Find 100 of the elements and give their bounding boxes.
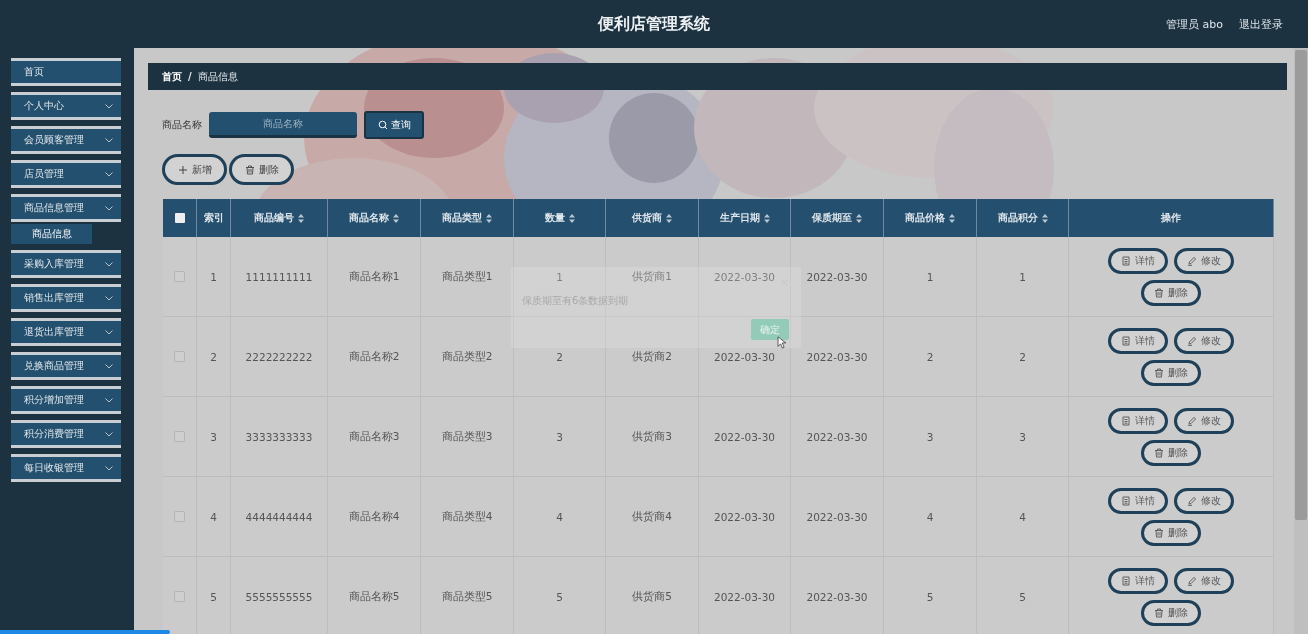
table-cell: 2 <box>556 350 563 363</box>
table-cell: 2022-03-30 <box>714 510 775 523</box>
sidebar-item[interactable]: 首页 <box>11 58 121 86</box>
table-cell: 商品类型2 <box>441 349 493 364</box>
edit-button[interactable]: 修改 <box>1174 567 1234 594</box>
row-checkbox[interactable] <box>174 351 185 362</box>
table-cell: 商品类型3 <box>441 429 493 444</box>
detail-button[interactable]: 详情 <box>1108 327 1168 354</box>
table-cell: 商品类型4 <box>441 509 493 524</box>
delete-button[interactable]: 删除 <box>1141 599 1201 626</box>
table-cell: 2 <box>1019 350 1026 363</box>
table-cell: 1 <box>926 270 934 283</box>
sort-icon[interactable] <box>568 213 575 223</box>
sidebar-item[interactable]: 会员顾客管理 <box>11 126 121 154</box>
delete-button[interactable]: 删除 <box>1141 519 1201 546</box>
sidebar-item[interactable]: 个人中心 <box>11 92 121 120</box>
cursor-icon <box>777 336 786 349</box>
search-button[interactable]: 查询 <box>364 111 424 139</box>
edit-button[interactable]: 修改 <box>1174 327 1234 354</box>
sidebar-item[interactable]: 采购入库管理 <box>11 250 121 278</box>
delete-button[interactable]: 删除 <box>229 154 294 185</box>
scrollbar[interactable] <box>1294 48 1308 634</box>
sidebar-item[interactable]: 积分消费管理 <box>11 420 121 448</box>
trash-icon <box>1154 607 1164 618</box>
breadcrumb-link[interactable]: 首页 <box>162 69 182 84</box>
sort-icon[interactable] <box>393 213 399 223</box>
table-cell: 供货商2 <box>632 349 672 364</box>
add-button[interactable]: 新增 <box>162 154 227 185</box>
scrollbar-thumb[interactable] <box>1295 50 1307 520</box>
submenu-item[interactable]: 商品信息 <box>11 224 92 244</box>
trash-icon <box>1154 527 1164 538</box>
table-cell: 3 <box>556 430 563 443</box>
column-header: 商品编号 <box>254 211 294 225</box>
search-field[interactable]: 商品名称 <box>209 112 357 138</box>
chevron-icon <box>105 363 113 369</box>
table-cell: 2022-03-30 <box>714 350 775 363</box>
table-cell: 4 <box>926 510 934 523</box>
table-cell: 商品类型5 <box>441 589 493 604</box>
search-icon <box>377 120 388 130</box>
logout-link[interactable]: 退出登录 <box>1239 16 1283 32</box>
plus-icon <box>177 164 188 175</box>
table-cell: 供货商5 <box>632 589 672 604</box>
table-cell: 1 <box>1019 270 1026 283</box>
row-checkbox[interactable] <box>174 431 185 442</box>
row-checkbox[interactable] <box>174 511 185 522</box>
sidebar-item[interactable]: 积分增加管理 <box>11 386 121 414</box>
table-cell: 2222222222 <box>245 350 313 363</box>
table-cell: 2 <box>926 350 934 363</box>
row-checkbox[interactable] <box>174 591 185 602</box>
pencil-icon <box>1187 255 1197 266</box>
table-cell: 4 <box>556 510 563 523</box>
table-cell: 2 <box>210 350 217 363</box>
sort-icon[interactable] <box>1041 213 1048 223</box>
column-header: 保质期至 <box>812 211 852 225</box>
detail-button[interactable]: 详情 <box>1108 247 1168 274</box>
sort-icon[interactable] <box>763 213 770 223</box>
detail-button[interactable]: 详情 <box>1108 567 1168 594</box>
column-header: 生产日期 <box>719 211 760 225</box>
table-cell: 供货商1 <box>632 269 672 284</box>
table-cell: 4 <box>1019 510 1026 523</box>
edit-button[interactable]: 修改 <box>1174 407 1234 434</box>
sidebar-item[interactable]: 销售出库管理 <box>11 284 121 312</box>
edit-button[interactable]: 修改 <box>1174 247 1234 274</box>
delete-button[interactable]: 删除 <box>1141 439 1201 466</box>
chevron-icon <box>105 431 113 437</box>
sidebar-item[interactable]: 店员管理 <box>11 160 121 188</box>
detail-button[interactable]: 详情 <box>1108 487 1168 514</box>
detail-button[interactable]: 详情 <box>1108 407 1168 434</box>
table-cell: 2022-03-30 <box>806 350 868 363</box>
sidebar-item[interactable]: 兑换商品管理 <box>11 352 121 380</box>
select-all-checkbox[interactable] <box>174 213 185 223</box>
table-cell: 商品名称1 <box>348 269 400 284</box>
sort-icon[interactable] <box>486 213 492 223</box>
column-header: 操作 <box>1161 211 1181 225</box>
edit-button[interactable]: 修改 <box>1174 487 1234 514</box>
breadcrumb-separator: / <box>188 71 192 82</box>
table-cell: 5 <box>926 590 934 603</box>
sidebar-item[interactable]: 商品信息管理 <box>11 194 121 222</box>
sort-icon[interactable] <box>666 213 672 223</box>
pencil-icon <box>1187 415 1197 426</box>
delete-button[interactable]: 删除 <box>1141 279 1201 306</box>
sort-icon[interactable] <box>949 213 955 223</box>
chevron-icon <box>105 465 113 471</box>
table-cell: 商品名称4 <box>348 509 400 524</box>
table-cell: 5 <box>210 590 217 603</box>
table-cell: 3 <box>926 430 934 443</box>
pencil-icon <box>1187 495 1197 506</box>
column-header: 索引 <box>203 211 224 225</box>
row-checkbox[interactable] <box>174 271 185 282</box>
sidebar-item[interactable]: 退货出库管理 <box>11 318 121 346</box>
sidebar-item[interactable]: 每日收银管理 <box>11 454 121 482</box>
trash-icon <box>1154 447 1164 458</box>
table-cell: 2022-03-30 <box>806 430 868 443</box>
table-cell: 商品名称3 <box>348 429 400 444</box>
table-cell: 3 <box>210 430 217 443</box>
delete-button[interactable]: 删除 <box>1141 359 1201 386</box>
horizontal-scrollbar[interactable] <box>0 630 170 634</box>
chevron-icon <box>105 329 113 335</box>
sort-icon[interactable] <box>856 213 862 223</box>
chevron-icon <box>105 103 113 109</box>
